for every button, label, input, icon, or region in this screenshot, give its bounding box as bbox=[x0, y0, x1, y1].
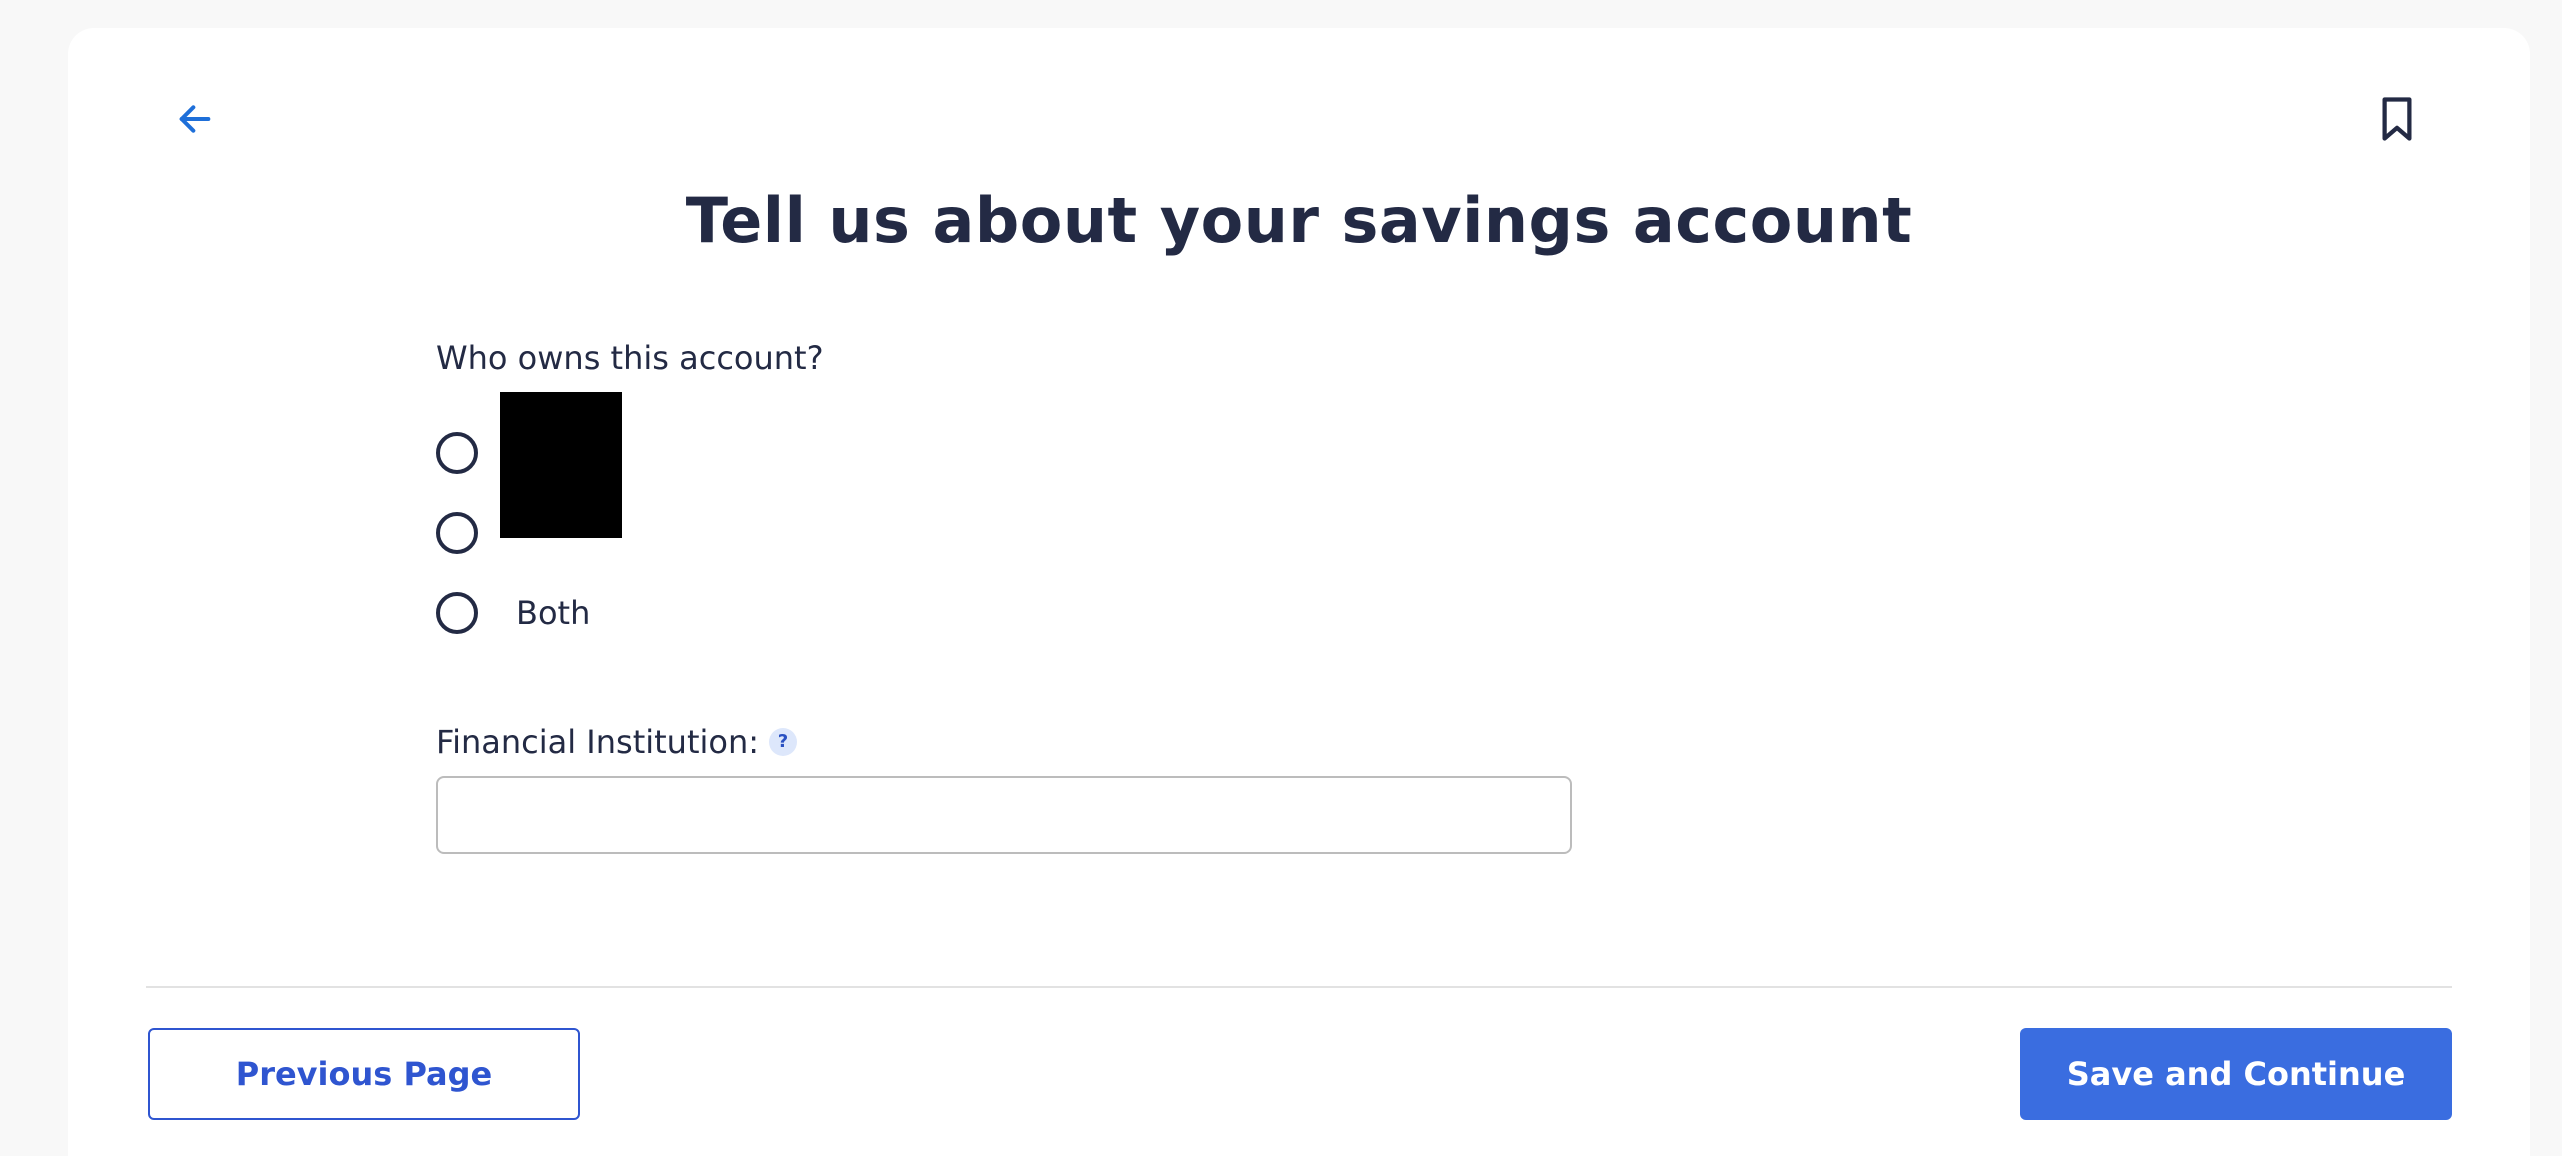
arrow-left-icon bbox=[179, 105, 211, 133]
page-title: Tell us about your savings account bbox=[685, 184, 1913, 257]
radio-button[interactable] bbox=[436, 512, 478, 554]
question-mark-icon[interactable]: ? bbox=[769, 728, 798, 756]
footer-divider bbox=[146, 986, 2452, 988]
financial-institution-label: Financial Institution: ? bbox=[436, 716, 798, 768]
bookmark-icon bbox=[2382, 97, 2412, 141]
redacted-names-block bbox=[500, 392, 622, 538]
previous-page-button[interactable]: Previous Page bbox=[148, 1028, 580, 1120]
owner-option-label: Both bbox=[516, 594, 591, 632]
owner-option-both[interactable]: Both bbox=[436, 582, 590, 644]
financial-institution-input[interactable] bbox=[436, 776, 1572, 854]
radio-button[interactable] bbox=[436, 592, 478, 634]
owner-question-label: Who owns this account? bbox=[436, 339, 824, 377]
save-and-continue-button[interactable]: Save and Continue bbox=[2020, 1028, 2452, 1120]
form-card: Tell us about your savings account Who o… bbox=[68, 28, 2530, 1156]
financial-institution-label-text: Financial Institution: bbox=[436, 723, 760, 761]
bookmark-button[interactable] bbox=[2368, 88, 2426, 150]
back-button[interactable] bbox=[166, 90, 224, 148]
radio-button[interactable] bbox=[436, 432, 478, 474]
